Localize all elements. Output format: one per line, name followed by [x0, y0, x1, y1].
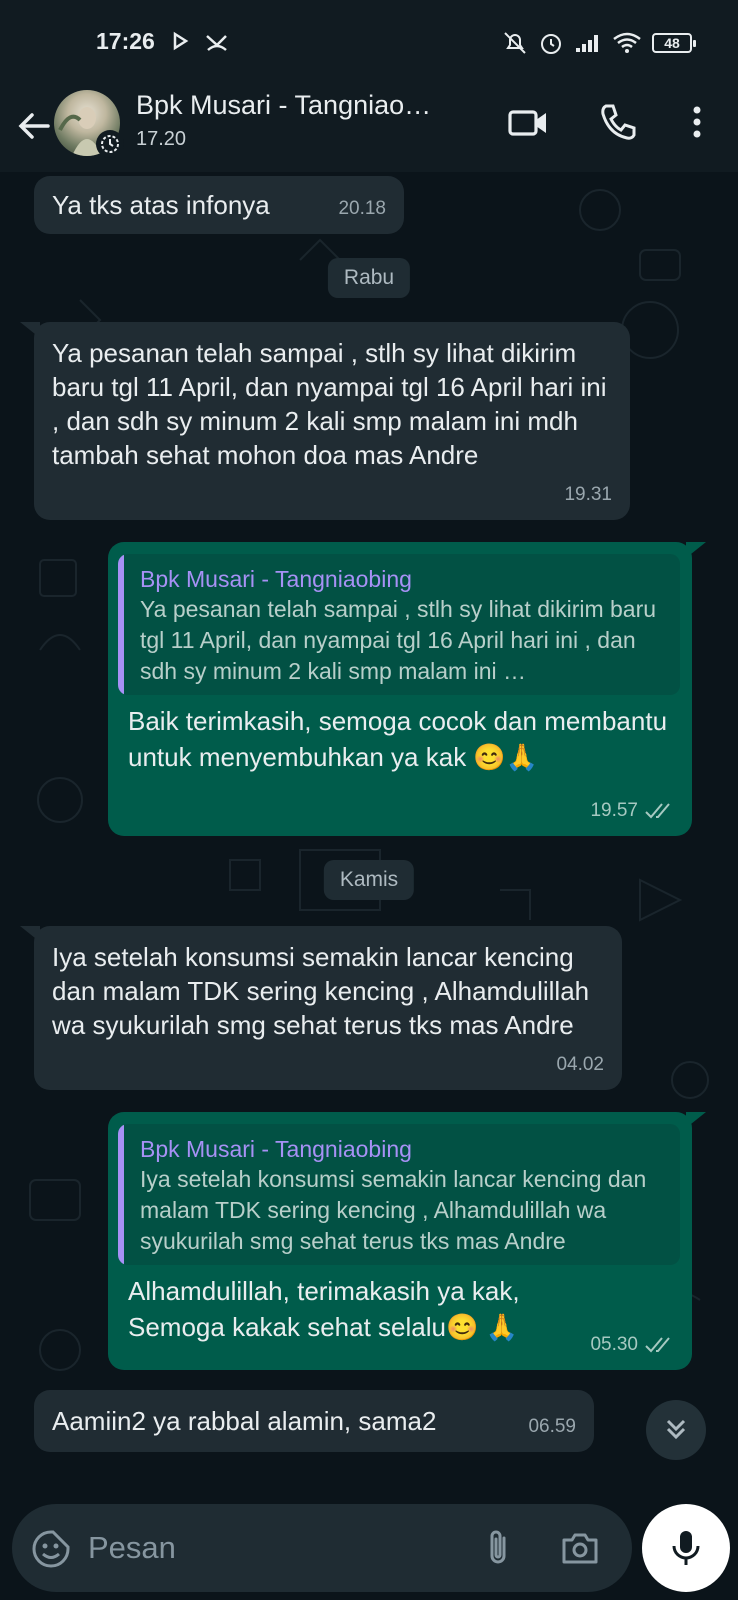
- message-incoming[interactable]: Ya pesanan telah sampai , stlh sy lihat …: [20, 322, 630, 520]
- disappearing-timer-badge: [96, 130, 124, 158]
- message-incoming[interactable]: Iya setelah konsumsi semakin lancar kenc…: [20, 926, 622, 1090]
- quoted-text: Iya setelah konsumsi semakin lancar kenc…: [140, 1166, 647, 1254]
- message-time: 19.57: [590, 794, 674, 828]
- quoted-author: Bpk Musari - Tangniaobing: [140, 566, 412, 592]
- timer-icon: [101, 135, 119, 153]
- double-check-icon: [645, 803, 670, 819]
- video-call-icon: [508, 110, 546, 136]
- missed-call-icon: [206, 35, 227, 51]
- compose-bar: [12, 1504, 632, 1592]
- voice-call-button[interactable]: [596, 100, 640, 144]
- message-incoming[interactable]: Ya tks atas infonya 20.18: [34, 176, 404, 234]
- attach-icon: [490, 1530, 506, 1564]
- alarm-icon: [541, 34, 561, 54]
- status-bar: 17:26 48: [0, 0, 738, 84]
- signal-icon: [576, 35, 598, 52]
- play-icon: [173, 31, 189, 51]
- message-text: Aamiin2 ya rabbal alamin, sama2: [52, 1406, 437, 1436]
- message-time: 05.30: [590, 1328, 674, 1362]
- back-button[interactable]: [14, 104, 54, 148]
- quoted-text: Ya pesanan telah sampai , stlh sy lihat …: [140, 596, 657, 684]
- message-text: Ya pesanan telah sampai , stlh sy lihat …: [52, 338, 607, 470]
- quoted-message[interactable]: Bpk Musari - Tangniaobing Ya pesanan tel…: [118, 554, 680, 695]
- quoted-message[interactable]: Bpk Musari - Tangniaobing Iya setelah ko…: [118, 1124, 680, 1265]
- quoted-author: Bpk Musari - Tangniaobing: [140, 1136, 412, 1162]
- double-check-icon: [645, 1337, 670, 1353]
- scroll-to-bottom-button[interactable]: [646, 1400, 706, 1460]
- chat-header: Bpk Musari - Tangniao… 17.20: [0, 84, 738, 172]
- message-incoming[interactable]: Aamiin2 ya rabbal alamin, sama2 06.59: [34, 1390, 594, 1452]
- status-time: 17:26: [96, 28, 155, 54]
- back-arrow-icon: [18, 113, 50, 139]
- phone-icon: [601, 104, 636, 140]
- contact-status: 17.20: [136, 128, 187, 150]
- contact-name[interactable]: Bpk Musari - Tangniao…: [136, 90, 431, 121]
- more-vert-icon: [693, 106, 701, 138]
- message-list[interactable]: Ya tks atas infonya 20.18 Rabu Ya pesana…: [0, 172, 738, 1492]
- attach-button[interactable]: [478, 1526, 518, 1570]
- battery-indicator: 48: [652, 33, 696, 53]
- mic-icon: [672, 1531, 700, 1565]
- message-time: 06.59: [528, 1416, 576, 1437]
- camera-button[interactable]: [558, 1526, 602, 1570]
- date-divider: Rabu: [327, 258, 411, 298]
- chevron-double-down-icon: [666, 1419, 686, 1440]
- message-time: 04.02: [556, 1054, 604, 1075]
- emoji-icon: [32, 1530, 70, 1568]
- message-input[interactable]: [88, 1522, 468, 1574]
- message-outgoing[interactable]: Bpk Musari - Tangniaobing Ya pesanan tel…: [108, 542, 706, 836]
- camera-icon: [562, 1533, 598, 1564]
- message-time: 19.31: [564, 484, 612, 505]
- message-text: Baik terimkasih, semoga cocok dan memban…: [128, 706, 668, 772]
- message-time: 20.18: [338, 198, 386, 219]
- message-outgoing[interactable]: Bpk Musari - Tangniaobing Iya setelah ko…: [108, 1112, 706, 1370]
- more-options-button[interactable]: [682, 100, 712, 144]
- video-call-button[interactable]: [506, 100, 550, 144]
- message-text: Ya tks atas infonya: [52, 190, 270, 220]
- emoji-button[interactable]: [30, 1528, 72, 1570]
- date-divider: Kamis: [323, 860, 415, 900]
- message-text: Iya setelah konsumsi semakin lancar kenc…: [52, 942, 590, 1040]
- mute-bell-icon: [504, 32, 526, 54]
- wifi-icon: [613, 32, 641, 53]
- voice-message-button[interactable]: [642, 1504, 730, 1592]
